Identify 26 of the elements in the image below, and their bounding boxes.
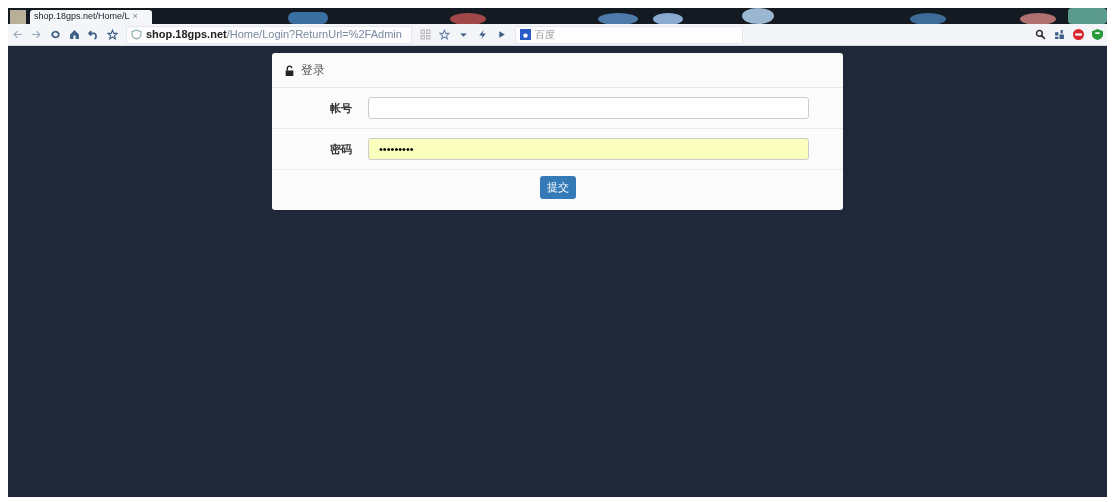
input-field[interactable]: ••••••••• <box>368 138 809 160</box>
input-field[interactable] <box>368 97 809 119</box>
apps-icon[interactable] <box>1054 29 1065 40</box>
undo-icon[interactable] <box>88 29 99 40</box>
browser-tab[interactable]: shop.18gps.net/Home/L × <box>30 10 152 24</box>
play-icon[interactable] <box>496 29 507 40</box>
shield-icon[interactable] <box>1092 29 1103 40</box>
lightning-icon[interactable] <box>477 29 488 40</box>
search-icon[interactable] <box>1035 29 1046 40</box>
field-label: 密码 <box>329 141 353 157</box>
star-icon[interactable] <box>107 29 118 40</box>
panel-title: 登录 <box>301 62 325 79</box>
ad-block-icon[interactable] <box>1073 29 1084 40</box>
field-label: 帐号 <box>329 100 353 116</box>
search-engine-label: 百度 <box>535 28 555 42</box>
close-icon[interactable]: × <box>132 10 138 24</box>
paw-icon <box>520 29 531 40</box>
reload-icon[interactable] <box>50 29 61 40</box>
tab-title: shop.18gps.net/Home/L <box>34 10 130 24</box>
unlock-icon <box>284 64 295 76</box>
home-icon[interactable] <box>69 29 80 40</box>
star-icon[interactable] <box>439 29 450 40</box>
submit-button[interactable]: 提交 <box>539 176 576 199</box>
address-field[interactable]: shop.18gps.net/Home/Login?ReturnUrl=%2FAdmin <box>126 25 412 44</box>
shield-icon <box>131 29 142 40</box>
url-text: shop.18gps.net/Home/Login?ReturnUrl=%2FAdmin <box>146 27 402 43</box>
